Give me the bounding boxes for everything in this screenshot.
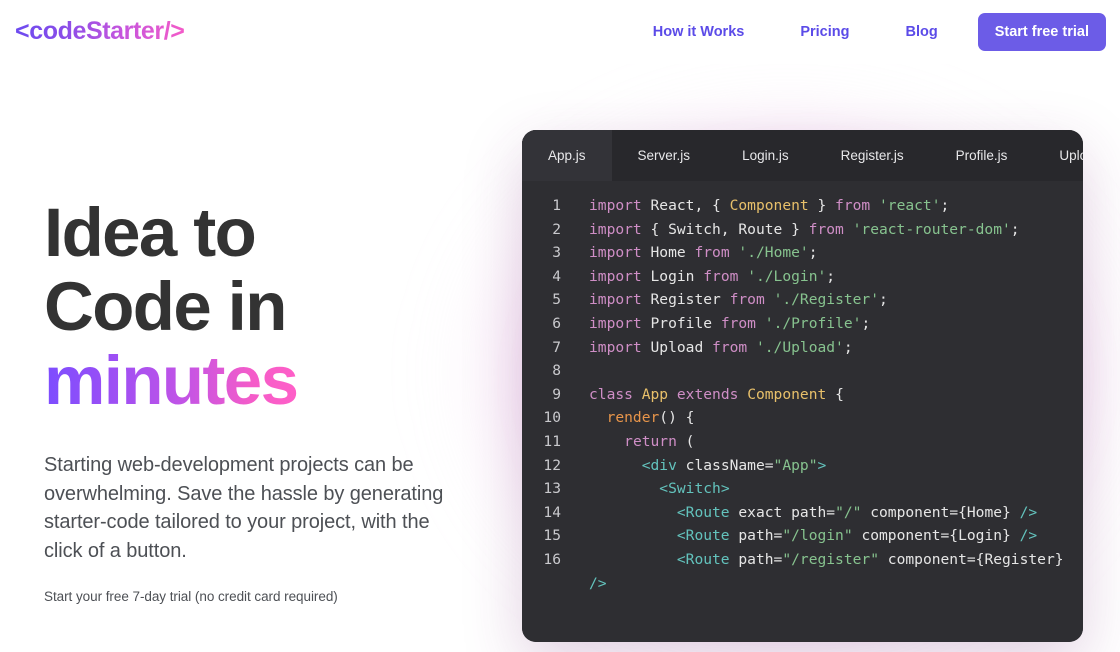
code-line-text: import Login from './Login'; [589,267,836,285]
line-number: 15 [543,527,561,545]
code-line-text: <Route exact path="/" component={Home} /… [676,503,1038,521]
code-line-text: return ( [624,432,695,450]
code-line-text: import Profile from './Profile'; [589,314,871,332]
line-number: 3 [552,244,561,262]
primary-navigation: How it Works Pricing Blog Start free tri… [653,13,1106,51]
code-line: 11 return ( [522,430,1083,454]
code-line: 2 import { Switch, Route } from 'react-ro… [522,218,1083,242]
editor-tab-profile-js[interactable]: Profile.js [930,130,1034,181]
line-number: 5 [552,291,561,309]
nav-link-pricing[interactable]: Pricing [800,18,849,46]
site-header: <codeStarter/> How it Works Pricing Blog… [0,0,1120,64]
code-line: 10 render() { [522,406,1083,430]
code-line-text: class App extends Component { [589,385,844,403]
line-number: 6 [552,314,561,332]
code-line: 14 <Route exact path="/" component={Home… [522,501,1083,525]
code-line-text: <Route path="/register" component={Regis… [589,550,1073,592]
headline-line-2: Code in [44,268,287,345]
code-line-text: import Home from './Home'; [589,244,818,262]
code-line: 16 <Route path="/register" component={Re… [522,548,1083,595]
editor-tab-register-js[interactable]: Register.js [815,130,930,181]
editor-tab-app-js[interactable]: App.js [522,130,612,181]
line-number: 4 [552,267,561,285]
code-line: 4 import Login from './Login'; [522,265,1083,289]
code-line: 9 class App extends Component { [522,383,1083,407]
line-number: 11 [543,432,561,450]
hero-description: Starting web-development projects can be… [44,454,444,562]
hero-section: Idea to Code in minutes Starting web-dev… [44,196,464,605]
line-number: 12 [543,456,561,474]
line-number: 10 [543,409,561,427]
code-line: 5 import Register from './Register'; [522,288,1083,312]
brand-logo[interactable]: <codeStarter/> [15,17,185,46]
code-line: 15 <Route path="/login" component={Login… [522,524,1083,548]
line-number: 7 [552,338,561,356]
code-line: 13 <Switch> [522,477,1083,501]
code-line: 8 [522,359,1083,383]
line-number: 13 [543,480,561,498]
code-line: 1 import React, { Component } from 'react… [522,194,1083,218]
code-line-text: import React, { Component } from 'react'… [589,197,950,214]
code-line: 6 import Profile from './Profile'; [522,312,1083,336]
editor-code-area[interactable]: 1 import React, { Component } from 'react… [522,181,1083,642]
editor-tab-bar[interactable]: App.js Server.js Login.js Register.js Profil… [522,130,1083,181]
hero-trial-note: Start your free 7-day trial (no credit c… [44,589,338,604]
line-number: 1 [552,197,561,214]
code-line-text: import Upload from './Upload'; [589,338,853,356]
code-line-text: <div className="App"> [641,456,827,474]
code-line: 3 import Home from './Home'; [522,241,1083,265]
line-number: 2 [552,220,561,238]
code-line-text: <Route path="/login" component={Login} /… [676,527,1038,545]
nav-link-blog[interactable]: Blog [905,18,937,46]
hero-headline: Idea to Code in minutes [44,196,464,418]
headline-line-1: Idea to [44,194,257,271]
editor-tab-upload-js[interactable]: Upload.js [1033,130,1083,181]
line-number: 9 [552,385,561,403]
code-line-text: import { Switch, Route } from 'react-rou… [589,220,1020,238]
line-number: 14 [543,503,561,521]
start-free-trial-button[interactable]: Start free trial [977,13,1106,51]
code-editor-panel: App.js Server.js Login.js Register.js Profil… [522,130,1083,642]
code-line: 12 <div className="App"> [522,454,1083,478]
line-number: 8 [552,362,561,380]
nav-link-how-it-works[interactable]: How it Works [653,18,745,46]
editor-tab-login-js[interactable]: Login.js [716,130,815,181]
landing-page: <codeStarter/> How it Works Pricing Blog… [0,0,1120,652]
code-line-text: render() { [606,409,695,427]
code-line: 7 import Upload from './Upload'; [522,336,1083,360]
code-line-text: <Switch> [659,480,730,498]
editor-tab-server-js[interactable]: Server.js [612,130,717,181]
line-number: 16 [543,550,561,568]
headline-highlight: minutes [44,342,299,419]
code-line-text: import Register from './Register'; [589,291,888,309]
